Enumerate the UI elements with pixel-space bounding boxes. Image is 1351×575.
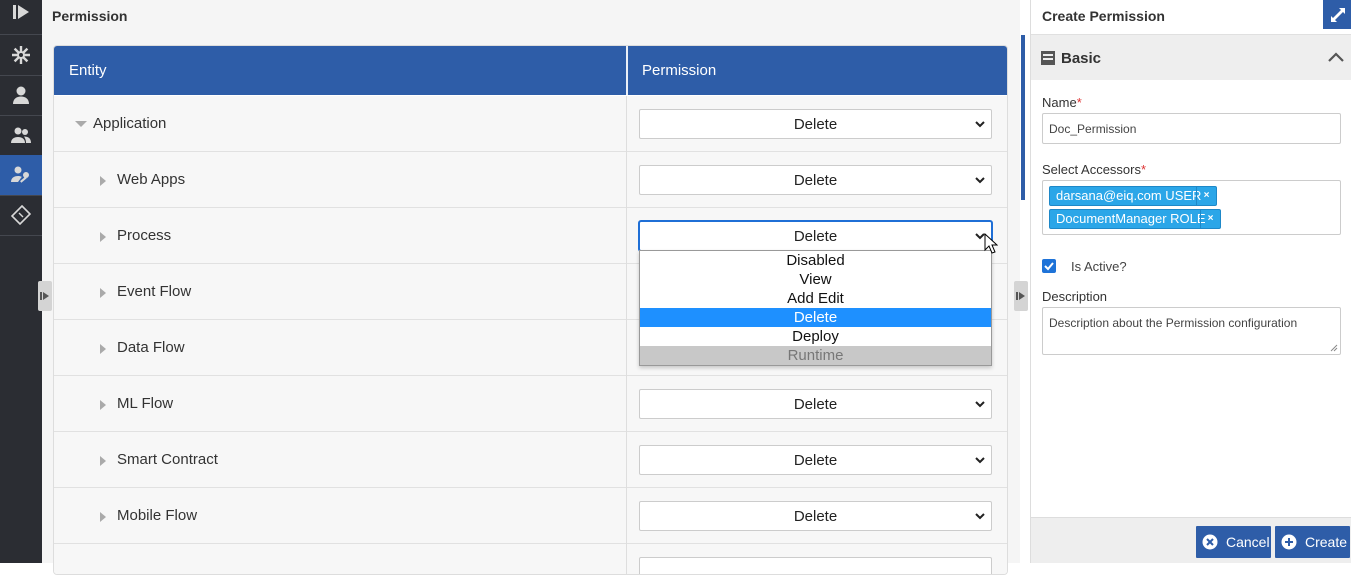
entity-label: Data Flow [117,339,185,356]
resize-handle-icon[interactable] [1330,344,1338,352]
table-row: Mobile Flow Delete [54,488,1007,544]
expand-caret-icon[interactable] [75,121,87,127]
table-row: ML Flow Delete [54,376,1007,432]
plus-icon [1281,534,1297,550]
mouse-cursor-icon [984,233,998,254]
permission-select[interactable]: Delete [639,221,992,251]
permission-select[interactable]: Delete [639,109,992,139]
is-active-label: Is Active? [1071,259,1127,274]
collapse-sidebar-toggle[interactable] [38,281,52,311]
chevron-down-icon [975,513,985,520]
users-group-icon[interactable] [0,115,42,155]
table-header: Entity Permission [54,46,1007,95]
accessor-tag: darsana@eiq.com USER × [1049,186,1217,206]
form-icon [1041,51,1055,65]
permission-select[interactable]: Delete [639,389,992,419]
is-active-checkbox[interactable] [1042,259,1056,273]
create-permission-panel: Create Permission Basic Name* Doc_Permis… [1030,0,1351,563]
basic-section-header[interactable]: Basic [1031,34,1351,80]
chevron-down-icon [975,177,985,184]
dropdown-option[interactable]: Deploy [640,327,991,346]
table-row: Application Delete [54,96,1007,152]
remove-tag-icon[interactable]: × [1200,209,1220,229]
description-textarea[interactable]: Description about the Permission configu… [1042,307,1341,355]
user-icon[interactable] [0,75,42,115]
chevron-down-icon [975,457,985,464]
expand-icon[interactable] [1323,0,1351,29]
user-key-icon[interactable] [0,155,42,195]
scrollbar[interactable] [1021,35,1025,200]
column-header-permission: Permission [642,62,717,79]
permission-select[interactable]: Delete [639,501,992,531]
expand-caret-icon[interactable] [100,344,106,354]
left-sidebar [0,0,42,563]
permission-select[interactable] [639,557,992,574]
accessors-multiselect[interactable]: darsana@eiq.com USER × DocumentManager R… [1042,180,1341,235]
expand-caret-icon[interactable] [100,176,106,186]
entity-label: Event Flow [117,283,192,300]
dropdown-option[interactable]: Disabled [640,251,991,270]
accessors-label: Select Accessors* [1042,162,1147,177]
dropdown-option[interactable]: View [640,270,991,289]
cancel-button[interactable]: Cancel [1196,526,1271,558]
dropdown-option[interactable]: Add Edit [640,289,991,308]
expand-caret-icon[interactable] [100,400,106,410]
ticket-icon[interactable] [0,195,42,235]
panel-footer: Cancel Create [1031,517,1351,563]
chevron-up-icon[interactable] [1328,51,1344,63]
table-row: Web Apps Delete [54,152,1007,208]
accessor-tag: DocumentManager ROLE × [1049,209,1221,229]
column-header-entity: Entity [69,62,107,79]
dropdown-option-selected[interactable]: Delete [640,308,991,327]
entity-label: Application [93,115,167,132]
page-title: Permission [52,8,128,24]
entity-label: Mobile Flow [117,507,198,524]
dropdown-option-disabled: Runtime [640,346,991,365]
chevron-down-icon [975,401,985,408]
logo-play-icon[interactable] [0,0,42,32]
permission-dropdown-list: Disabled View Add Edit Delete Deploy Run… [639,250,992,366]
collapse-panel-toggle[interactable] [1014,281,1028,311]
panel-title: Create Permission [1042,8,1165,24]
entity-label: Process [117,227,172,244]
permission-select[interactable]: Delete [639,445,992,475]
permission-select[interactable]: Delete [639,165,992,195]
panel-header: Create Permission [1031,0,1351,34]
table-row: Smart Contract Delete [54,432,1007,488]
expand-caret-icon[interactable] [100,288,106,298]
settings-gear-icon[interactable] [0,35,42,75]
expand-caret-icon[interactable] [100,456,106,466]
name-input[interactable]: Doc_Permission [1042,113,1341,144]
create-button[interactable]: Create [1275,526,1350,558]
entity-label: Web Apps [117,171,186,188]
name-label: Name* [1042,95,1082,110]
chevron-down-icon [975,121,985,128]
expand-caret-icon[interactable] [100,512,106,522]
table-row [54,544,1007,574]
description-label: Description [1042,289,1108,304]
section-title: Basic [1061,50,1102,67]
expand-caret-icon[interactable] [100,232,106,242]
remove-tag-icon[interactable]: × [1196,186,1216,206]
entity-label: Smart Contract [117,451,218,468]
cancel-icon [1202,534,1218,550]
entity-label: ML Flow [117,395,174,412]
